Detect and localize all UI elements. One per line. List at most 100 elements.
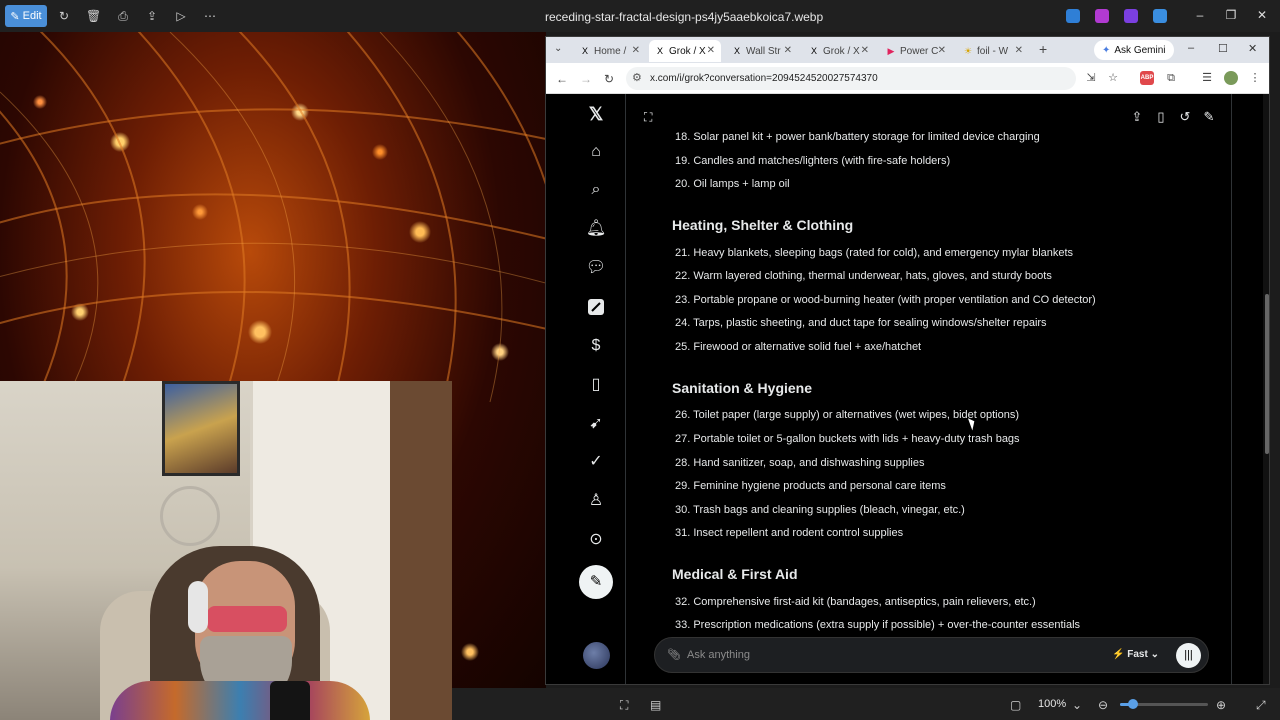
share-icon[interactable]: ⇪: [1129, 109, 1145, 125]
app-icon-a[interactable]: [1066, 9, 1080, 23]
zoom-out-icon[interactable]: ⊖: [1098, 698, 1108, 712]
maximize-icon[interactable]: ❐: [1223, 8, 1239, 22]
jobs-icon[interactable]: ➹: [583, 411, 609, 437]
browser-close-icon[interactable]: ✕: [1248, 42, 1257, 55]
grok-icon[interactable]: [583, 294, 609, 320]
adblock-icon[interactable]: ABP: [1140, 71, 1154, 85]
x-logo-icon: X: [733, 46, 740, 56]
more-options-icon[interactable]: ⊙: [583, 527, 609, 553]
tab-grok-active[interactable]: X Grok / X ✕: [649, 40, 721, 62]
x-logo-icon: X: [656, 46, 663, 56]
browser-minimize-icon[interactable]: –: [1188, 42, 1194, 54]
browser-maximize-icon[interactable]: ☐: [1218, 42, 1228, 55]
content-divider: [1231, 94, 1232, 684]
list-item: 18. Solar panel kit + power bank/battery…: [675, 131, 1040, 143]
list-item: 28. Hand sanitizer, soap, and dishwashin…: [675, 457, 925, 469]
zoom-in-icon[interactable]: ⊕: [1216, 698, 1226, 712]
bookmark-icon[interactable]: ▯: [1153, 109, 1169, 125]
edit-label: Edit: [22, 10, 42, 22]
zoom-slider[interactable]: [1120, 699, 1208, 709]
tab-label: foil - W: [977, 45, 1009, 57]
tab-close-icon[interactable]: ✕: [707, 45, 715, 56]
compose-post-icon[interactable]: ✎: [579, 565, 613, 599]
voice-mode-icon[interactable]: |||: [1176, 643, 1201, 668]
film-strip-icon[interactable]: ▤: [650, 698, 661, 712]
notifications-icon[interactable]: 🔔︎: [583, 216, 609, 242]
home-icon[interactable]: ⌂: [583, 139, 609, 165]
profile-icon[interactable]: ♙: [583, 488, 609, 514]
grok-conversation: ⛶ ⇪ ▯ ↺ ✎ 18. Solar panel kit + power ba…: [626, 94, 1231, 684]
section-heading: Sanitation & Hygiene: [672, 380, 813, 396]
url-text[interactable]: x.com/i/grok?conversation=20945245200275…: [650, 73, 878, 84]
new-chat-icon[interactable]: ✎: [1201, 109, 1217, 125]
user-avatar[interactable]: [583, 642, 610, 669]
list-item: 31. Insect repellent and rodent control …: [675, 527, 904, 539]
list-item: 19. Candles and matches/lighters (with f…: [675, 155, 951, 167]
attach-icon[interactable]: 📎︎: [667, 648, 681, 661]
ask-input[interactable]: 📎︎ Ask anything ⚡ Fast ⌄ |||: [654, 637, 1209, 673]
list-item: 20. Oil lamps + lamp oil: [675, 178, 790, 190]
microphone: [270, 681, 310, 720]
tab-close-icon[interactable]: ✕: [938, 45, 946, 56]
tab-search-icon[interactable]: ⌄: [554, 43, 562, 54]
edit-button[interactable]: ✎ Edit: [5, 5, 47, 27]
expand-icon[interactable]: ⛶: [644, 110, 658, 124]
tab-close-icon[interactable]: ✕: [784, 45, 792, 56]
tab-wall-street[interactable]: X Wall Str ✕: [726, 40, 798, 62]
install-icon[interactable]: ⇲: [1084, 71, 1098, 85]
onedrive-icon[interactable]: [1153, 9, 1167, 23]
forward-icon[interactable]: →: [580, 72, 592, 86]
share-icon[interactable]: ⇪: [145, 9, 159, 23]
premium-icon[interactable]: $: [583, 333, 609, 359]
x-logo-icon: X: [810, 46, 817, 56]
tab-close-icon[interactable]: ✕: [632, 45, 640, 56]
minimize-icon[interactable]: –: [1192, 8, 1208, 22]
scroll-thumb[interactable]: [1265, 294, 1269, 454]
reload-icon[interactable]: ↻: [604, 72, 614, 86]
profile-avatar[interactable]: [1224, 71, 1238, 85]
bookmark-star-icon[interactable]: ☆: [1106, 71, 1120, 85]
app-icon-c[interactable]: [1124, 9, 1138, 23]
zoom-level[interactable]: 100%: [1038, 698, 1066, 710]
menu-icon[interactable]: ⋮: [1248, 71, 1262, 85]
rotate-icon[interactable]: ↻: [57, 9, 71, 23]
actual-size-icon[interactable]: ▢: [1010, 698, 1021, 712]
tab-foil[interactable]: ☀ foil - W ✕: [957, 40, 1029, 62]
extensions-icon[interactable]: ⧉: [1164, 71, 1178, 85]
tab-grok[interactable]: X Grok / X ✕: [803, 40, 875, 62]
mode-label: Fast: [1127, 649, 1148, 660]
fullscreen-icon[interactable]: ⤢: [1256, 698, 1266, 713]
zoom-slider-knob[interactable]: [1128, 699, 1139, 709]
x-logo-icon[interactable]: 𝕏: [583, 101, 609, 127]
list-item: 29. Feminine hygiene products and person…: [675, 480, 946, 492]
zoom-dropdown-icon[interactable]: ⌄: [1072, 698, 1082, 712]
file-title: receding-star-fractal-design-ps4jy5aaebk…: [545, 10, 824, 24]
tab-close-icon[interactable]: ✕: [861, 45, 869, 56]
messages-icon[interactable]: 💬︎: [583, 255, 609, 281]
tab-power[interactable]: ▶ Power C ✕: [880, 40, 952, 62]
history-icon[interactable]: ↺: [1177, 109, 1193, 125]
search-icon[interactable]: ⌕: [583, 177, 609, 203]
delete-icon[interactable]: 🗑: [86, 9, 101, 23]
ask-gemini-button[interactable]: ✦ Ask Gemini: [1094, 40, 1174, 60]
mode-selector[interactable]: ⚡ Fast ⌄: [1112, 649, 1159, 660]
tab-close-icon[interactable]: ✕: [1015, 45, 1023, 56]
print-icon[interactable]: ⎙: [116, 9, 130, 23]
back-icon[interactable]: ←: [556, 72, 568, 86]
close-icon[interactable]: ✕: [1254, 8, 1270, 22]
section-heading: Heating, Shelter & Clothing: [672, 217, 854, 233]
ask-placeholder[interactable]: Ask anything: [687, 649, 750, 661]
app-icon-b[interactable]: [1095, 9, 1109, 23]
new-tab-icon[interactable]: +: [1039, 41, 1047, 57]
more-icon[interactable]: ⋯: [203, 9, 217, 23]
person-shirt: [110, 681, 370, 720]
site-info-icon[interactable]: ⚙: [632, 71, 642, 84]
slideshow-icon[interactable]: ▷: [174, 9, 188, 23]
fit-icon[interactable]: ⛶: [620, 698, 628, 713]
bookmarks-icon[interactable]: ▯: [583, 372, 609, 398]
tab-home[interactable]: X Home / ✕: [574, 40, 646, 62]
reading-list-icon[interactable]: ☰: [1200, 71, 1214, 85]
verified-icon[interactable]: ✓: [583, 449, 609, 475]
gemini-icon: ✦: [1102, 44, 1111, 56]
page-scrollbar[interactable]: [1263, 94, 1269, 684]
